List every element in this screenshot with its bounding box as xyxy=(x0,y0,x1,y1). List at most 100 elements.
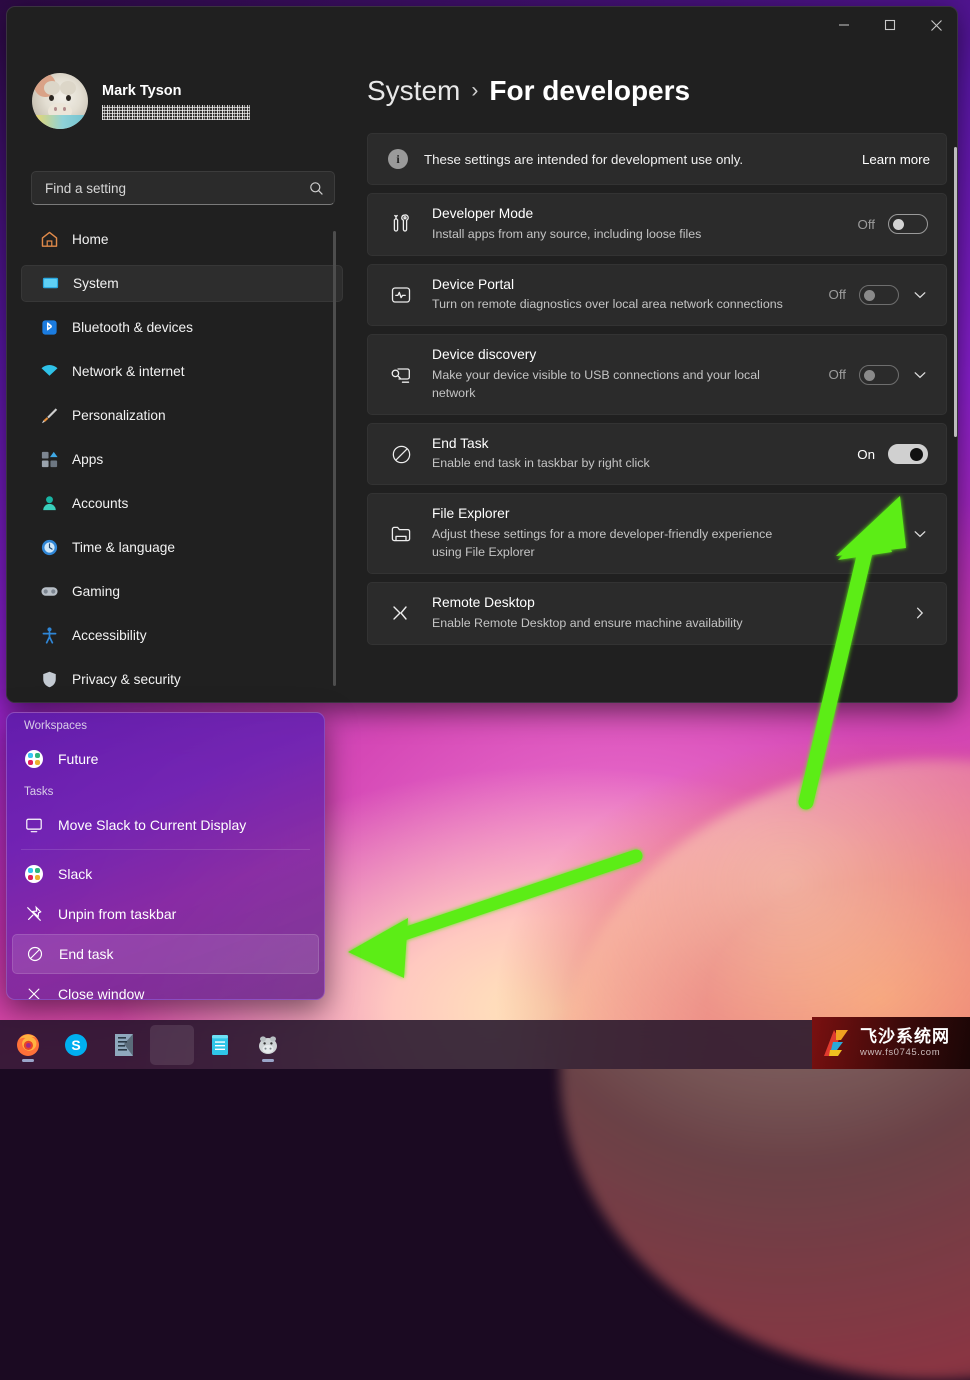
search-icon[interactable] xyxy=(309,181,324,196)
bluetooth-icon xyxy=(39,318,59,338)
unpin-icon xyxy=(24,904,44,924)
wifi-icon xyxy=(39,362,59,382)
setting-row-device-discovery[interactable]: Device discovery Make your device visibl… xyxy=(367,334,947,415)
toggle-state-label: Off xyxy=(828,287,847,303)
running-indicator xyxy=(262,1058,274,1062)
end-task-toggle[interactable] xyxy=(888,444,928,465)
content-scrollbar[interactable] xyxy=(954,147,957,437)
setting-row-end-task[interactable]: End Task Enable end task in taskbar by r… xyxy=(367,422,947,486)
setting-description: Turn on remote diagnostics over local ar… xyxy=(432,297,783,312)
setting-title: Remote Desktop xyxy=(432,595,535,611)
setting-description: Enable Remote Desktop and ensure machine… xyxy=(432,615,743,630)
sidebar-item-gaming[interactable]: Gaming xyxy=(21,573,343,610)
sidebar-scrollbar[interactable] xyxy=(333,231,336,686)
info-icon: i xyxy=(388,149,408,169)
wallpaper-arc xyxy=(560,760,970,1380)
developer-mode-toggle[interactable] xyxy=(888,214,928,235)
context-menu-item-close-window[interactable]: Close window xyxy=(12,974,319,1000)
sidebar-item-label: Accounts xyxy=(72,496,129,511)
setting-row-remote-desktop[interactable]: Remote Desktop Enable Remote Desktop and… xyxy=(367,582,947,645)
setting-row-file-explorer[interactable]: File Explorer Adjust these settings for … xyxy=(367,493,947,575)
apps-icon xyxy=(39,450,59,470)
toggle-state-label: On xyxy=(857,446,875,462)
toggle-state-label: Off xyxy=(828,367,847,383)
sidebar-item-apps[interactable]: Apps xyxy=(21,441,343,478)
breadcrumb: System › For developers xyxy=(367,75,690,107)
search-input[interactable]: Find a setting xyxy=(31,171,335,205)
context-menu-item-future[interactable]: Future xyxy=(12,739,319,779)
context-menu-item-unpin[interactable]: Unpin from taskbar xyxy=(12,894,319,934)
system-monitor-icon xyxy=(40,274,60,294)
settings-content: System › For developers i These settings… xyxy=(357,53,957,702)
context-menu-header-tasks: Tasks xyxy=(24,786,54,798)
device-portal-toggle[interactable] xyxy=(859,284,899,305)
watermark-url: www.fs0745.com xyxy=(860,1047,941,1059)
sidebar-item-label: Privacy & security xyxy=(72,672,181,687)
watermark-title: 飞沙系统网 xyxy=(860,1026,950,1046)
profile-email-redacted xyxy=(102,104,250,120)
window-titlebar xyxy=(7,7,957,53)
sidebar-item-home[interactable]: Home xyxy=(21,221,343,258)
slack-app-icon[interactable] xyxy=(102,1025,146,1065)
settings-cards: i These settings are intended for develo… xyxy=(367,133,947,653)
context-menu-item-label: Future xyxy=(58,751,99,767)
context-menu-item-label: Move Slack to Current Display xyxy=(58,817,247,833)
context-menu-item-slack[interactable]: Slack xyxy=(12,854,319,894)
home-icon xyxy=(39,230,59,250)
chevron-down-icon[interactable] xyxy=(912,367,928,383)
banner-text: These settings are intended for developm… xyxy=(424,151,744,167)
active-window-slot[interactable] xyxy=(150,1024,194,1065)
chevron-down-icon[interactable] xyxy=(912,287,928,303)
sidebar-item-network-internet[interactable]: Network & internet xyxy=(21,353,343,390)
sidebar-item-bluetooth-devices[interactable]: Bluetooth & devices xyxy=(21,309,343,346)
sidebar-item-label: Network & internet xyxy=(72,364,185,379)
hippo-app-icon[interactable] xyxy=(246,1025,290,1065)
minimize-button[interactable] xyxy=(821,7,867,43)
shield-icon xyxy=(39,670,59,690)
sidebar-item-accessibility[interactable]: Accessibility xyxy=(21,617,343,654)
sidebar-nav-list: Home System Bluetooth & devices Network … xyxy=(21,221,343,691)
setting-description: Enable end task in taskbar by right clic… xyxy=(432,456,650,471)
learn-more-link[interactable]: Learn more xyxy=(862,152,930,167)
context-menu-item-end-task[interactable]: End task xyxy=(12,934,319,974)
device-discovery-toggle[interactable] xyxy=(859,364,899,385)
settings-sidebar: Mark Tyson Find a setting Home System Bl… xyxy=(7,53,357,702)
sidebar-item-label: Time & language xyxy=(72,540,175,555)
sidebar-item-personalization[interactable]: Personalization xyxy=(21,397,343,434)
search-placeholder: Find a setting xyxy=(45,180,127,196)
taskbar: S 飞沙系统网 www.fs0745.com xyxy=(0,1017,970,1069)
paintbrush-icon xyxy=(39,406,59,426)
setting-description: Adjust these settings for a more develop… xyxy=(432,527,773,560)
chevron-right-icon[interactable] xyxy=(912,605,928,621)
setting-row-developer-mode[interactable]: Developer Mode Install apps from any sou… xyxy=(367,193,947,256)
setting-title: Device discovery xyxy=(432,347,537,363)
close-button[interactable] xyxy=(913,7,957,43)
context-menu-item-move-slack[interactable]: Move Slack to Current Display xyxy=(12,805,319,845)
context-menu-divider xyxy=(21,849,310,850)
sidebar-item-accounts[interactable]: Accounts xyxy=(21,485,343,522)
breadcrumb-separator: › xyxy=(471,79,479,102)
svg-text:S: S xyxy=(71,1037,80,1053)
close-x-icon xyxy=(24,984,44,999)
notepad-icon[interactable] xyxy=(198,1025,242,1065)
user-profile[interactable]: Mark Tyson xyxy=(32,73,250,129)
context-menu-header-workspaces: Workspaces xyxy=(24,720,88,732)
maximize-button[interactable] xyxy=(867,7,913,43)
sidebar-item-label: Bluetooth & devices xyxy=(72,320,193,335)
sidebar-item-privacy-security[interactable]: Privacy & security xyxy=(21,661,343,691)
sidebar-item-time-language[interactable]: Time & language xyxy=(21,529,343,566)
context-menu-item-label: Close window xyxy=(58,986,145,1000)
accessibility-person-icon xyxy=(39,626,59,646)
firefox-icon[interactable] xyxy=(6,1025,50,1065)
device-discovery-icon xyxy=(388,362,414,388)
sidebar-item-system[interactable]: System xyxy=(21,265,343,302)
breadcrumb-parent[interactable]: System xyxy=(367,75,460,107)
toggle-state-label: Off xyxy=(857,216,876,232)
context-menu-item-label: End task xyxy=(59,946,114,962)
skype-icon[interactable]: S xyxy=(54,1025,98,1065)
gamepad-icon xyxy=(39,582,59,602)
setting-row-device-portal[interactable]: Device Portal Turn on remote diagnostics… xyxy=(367,263,947,327)
clock-globe-icon xyxy=(39,538,59,558)
site-watermark: 飞沙系统网 www.fs0745.com xyxy=(812,1017,970,1069)
chevron-down-icon[interactable] xyxy=(912,526,928,542)
